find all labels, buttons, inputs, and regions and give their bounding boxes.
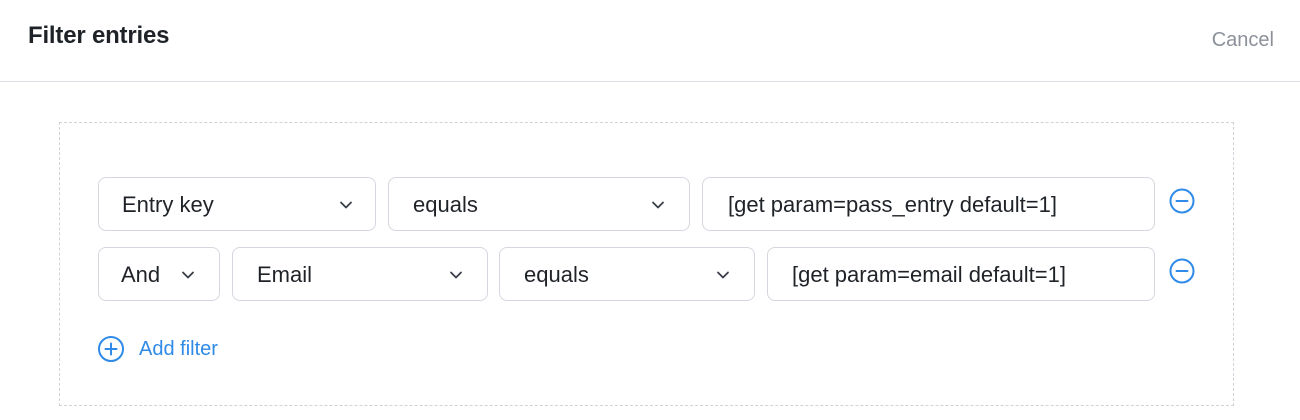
chevron-down-icon — [182, 271, 194, 279]
chevron-down-icon — [340, 201, 352, 209]
chevron-down-icon — [652, 201, 664, 209]
operator-select-row-2[interactable]: equals — [499, 247, 755, 301]
page-title: Filter entries — [28, 22, 170, 49]
plus-circle-icon — [98, 336, 124, 362]
cancel-button[interactable]: Cancel — [1212, 29, 1274, 52]
operator-select-value: equals — [524, 262, 589, 287]
chevron-down-icon — [450, 271, 462, 279]
operator-select-row-1[interactable]: equals — [388, 177, 690, 231]
dialog-header: Filter entries Cancel — [0, 0, 1300, 82]
add-filter-label: Add filter — [139, 338, 218, 360]
remove-filter-icon[interactable] — [1168, 187, 1196, 215]
field-select-row-2[interactable]: Email — [232, 247, 488, 301]
field-select-row-1[interactable]: Entry key — [98, 177, 376, 231]
conjunction-select-row-2[interactable]: And — [98, 247, 220, 301]
value-input-row-1[interactable]: [get param=pass_entry default=1] — [702, 177, 1155, 231]
conjunction-select-value: And — [121, 262, 161, 287]
value-input-text: [get param=email default=1] — [792, 262, 1066, 287]
value-input-text: [get param=pass_entry default=1] — [728, 192, 1057, 217]
value-input-row-2[interactable]: [get param=email default=1] — [767, 247, 1155, 301]
chevron-down-icon — [717, 271, 729, 279]
remove-filter-icon[interactable] — [1168, 257, 1196, 285]
field-select-value: Email — [257, 262, 313, 287]
field-select-value: Entry key — [122, 192, 214, 217]
operator-select-value: equals — [413, 192, 478, 217]
